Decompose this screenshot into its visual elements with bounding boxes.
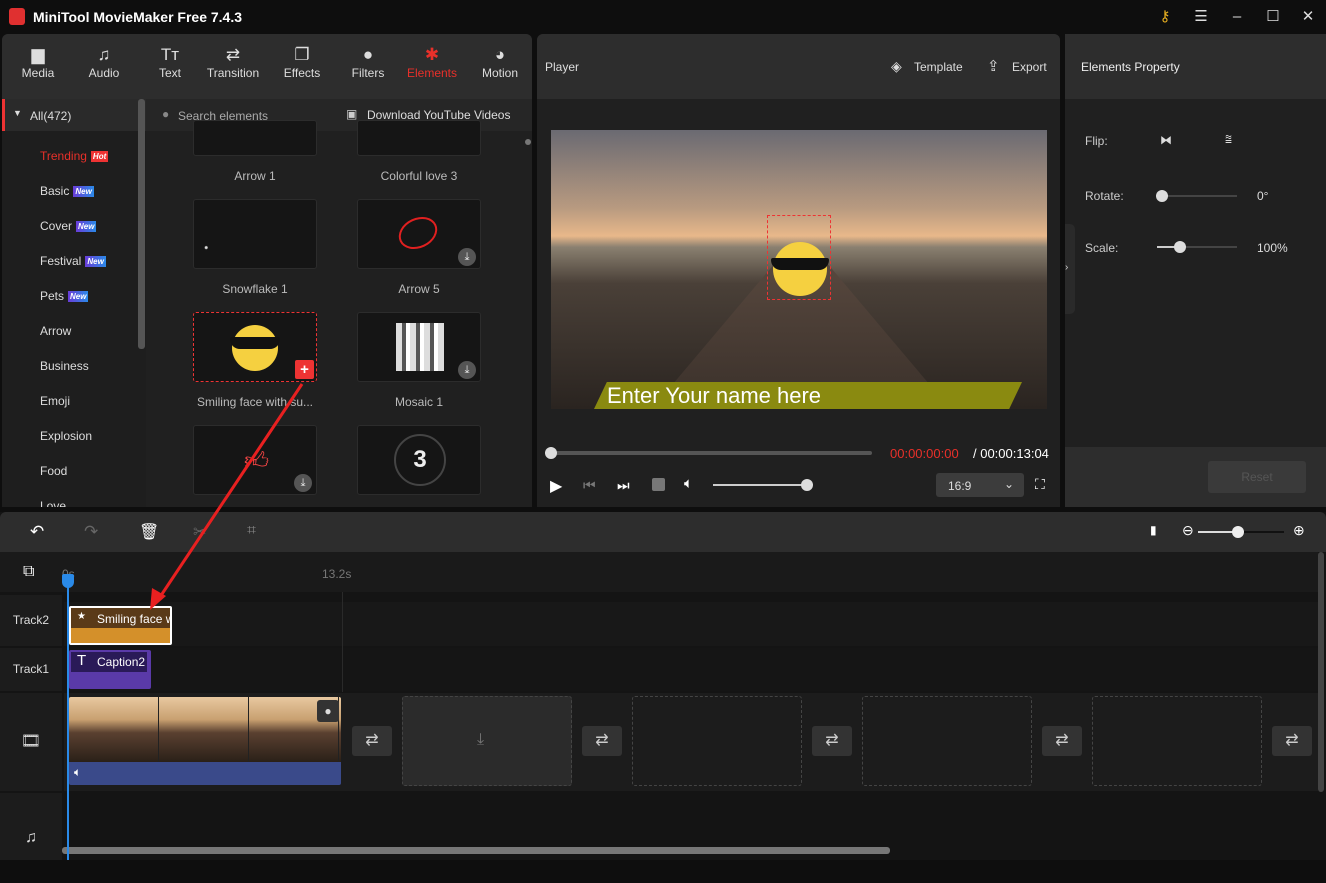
annotation-arrow [150,383,304,610]
